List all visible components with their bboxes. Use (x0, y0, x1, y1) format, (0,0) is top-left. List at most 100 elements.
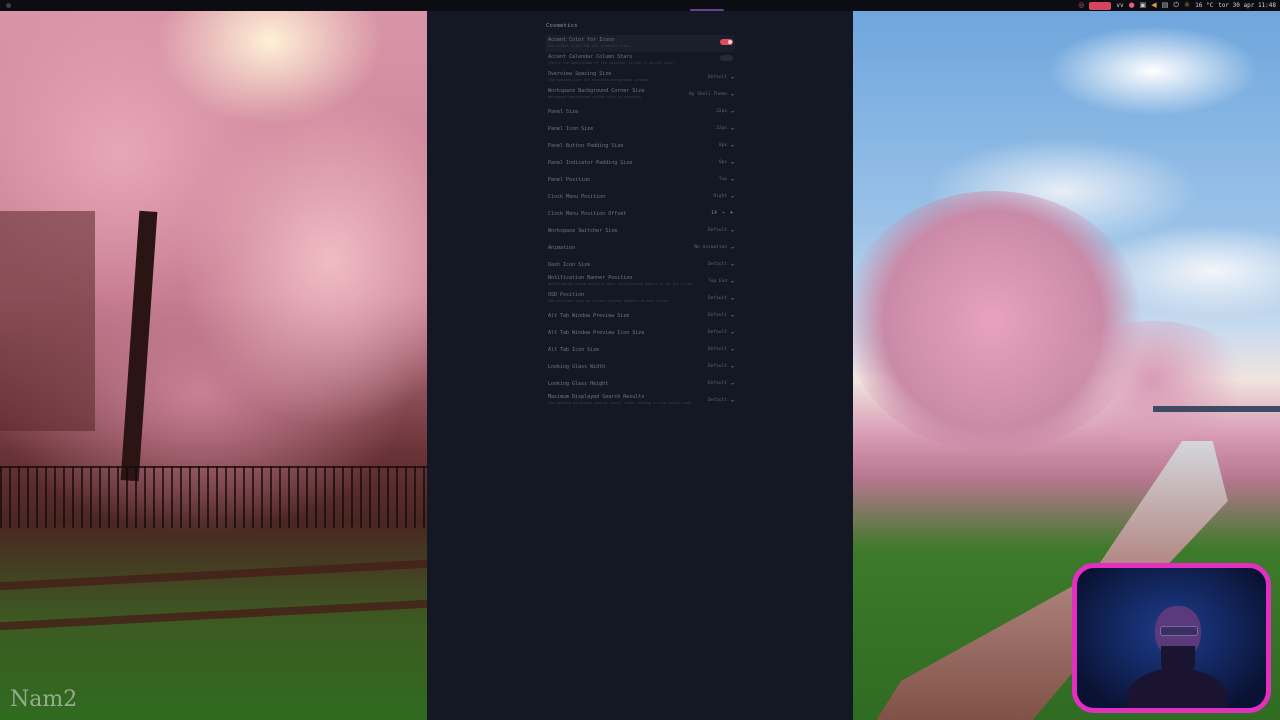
setting-switch[interactable] (720, 39, 733, 45)
setting-row[interactable]: Maximum Displayed Search Results The maxi… (545, 392, 735, 409)
setting-dropdown-value[interactable]: Default (708, 262, 727, 267)
setting-dropdown-value[interactable]: Default (708, 75, 727, 80)
chevron-down-icon[interactable]: ⌄ (731, 176, 734, 182)
settings-window: Cosmetics Accent Color for Icons Use acce… (427, 11, 853, 720)
screen-recording-indicator[interactable] (1089, 1, 1112, 10)
setting-dropdown-value[interactable]: Top (719, 177, 727, 182)
setting-description: The spacing size for overview background… (548, 78, 650, 82)
setting-dropdown-value[interactable]: Top End (708, 279, 727, 284)
setting-dropdown-value[interactable]: 32px (716, 126, 727, 131)
webcam-person-glasses (1160, 626, 1198, 636)
setting-dropdown-value[interactable]: Default (708, 398, 727, 403)
setting-label: Dash Icon Size (548, 262, 591, 268)
chevron-down-icon[interactable]: ⌄ (731, 159, 734, 165)
setting-dropdown-value[interactable]: Default (708, 228, 727, 233)
chevron-down-icon[interactable]: ⌄ (731, 346, 734, 352)
activities-dot[interactable] (6, 3, 11, 8)
chevron-down-icon[interactable]: ⌄ (731, 193, 734, 199)
setting-dropdown-value[interactable]: Default (708, 381, 727, 386)
setting-label: Overview Spacing Size (548, 71, 612, 77)
setting-switch[interactable] (720, 55, 733, 61)
setting-dropdown-value[interactable]: Default (708, 364, 727, 369)
setting-label: Animation (548, 245, 576, 251)
workspace-indicator[interactable] (690, 9, 724, 11)
setting-row[interactable]: Clock Menu Position Right ⌄ (545, 188, 735, 205)
setting-row[interactable]: Workspace Switcher Size Default ⌄ (545, 222, 735, 239)
system-tray: ◎ vv ● ▣ ◀ ▤ ⏻ ☼ 16 °C tor 30 apr 11:48 (1078, 0, 1276, 11)
screen-share-icon[interactable]: ▣ (1140, 0, 1147, 11)
setting-dropdown-value[interactable]: No Animation (694, 245, 727, 250)
setting-row[interactable]: Panel Icon Size 32px ⌄ (545, 120, 735, 137)
setting-row[interactable]: Alt Tab Icon Size Default ⌄ (545, 341, 735, 358)
setting-dropdown-value[interactable]: 0px (719, 143, 727, 148)
setting-dropdown-value[interactable]: By Shell Theme (689, 92, 727, 97)
power-icon[interactable]: ⏻ (1173, 0, 1179, 11)
chevron-down-icon[interactable]: ⌄ (731, 125, 734, 131)
chevron-down-icon[interactable]: ⌄ (731, 244, 734, 250)
setting-row[interactable]: OSD Position OSD position when on-screen … (545, 290, 735, 307)
minus-icon[interactable]: − (722, 210, 725, 216)
setting-row[interactable]: Panel Position Top ⌄ (545, 171, 735, 188)
chevron-down-icon[interactable]: ⌄ (731, 91, 734, 97)
setting-row[interactable]: Animation No Animation ⌄ (545, 239, 735, 256)
weather-sun-icon[interactable]: ☼ (1184, 0, 1190, 11)
clock-datetime[interactable]: tor 30 apr 11:48 (1218, 0, 1276, 11)
setting-description: Notification popup position when notific… (548, 282, 694, 286)
setting-row[interactable]: Dash Icon Size Default ⌄ (545, 256, 735, 273)
setting-dropdown-value[interactable]: Default (708, 347, 727, 352)
setting-row[interactable]: Accent Color for Icons Use accent color f… (545, 35, 735, 52)
tray-indicator-label[interactable]: vv (1116, 0, 1123, 11)
setting-row[interactable]: Workspace Background Corner Size Workspac… (545, 86, 735, 103)
top-panel: ◎ vv ● ▣ ◀ ▤ ⏻ ☼ 16 °C tor 30 apr 11:48 (0, 0, 1280, 11)
chevron-down-icon[interactable]: ⌄ (731, 312, 734, 318)
setting-row[interactable]: Notification Banner Position Notification… (545, 273, 735, 290)
chevron-down-icon[interactable]: ⌄ (731, 295, 734, 301)
privacy-icon[interactable]: ◎ (1078, 0, 1084, 11)
setting-row[interactable]: Panel Size 32px ⌄ (545, 103, 735, 120)
setting-label: Notification Banner Position (548, 275, 633, 281)
wallpaper-fence (0, 466, 427, 528)
setting-label: Clock Menu Position (548, 194, 606, 200)
plus-icon[interactable]: + (730, 210, 733, 216)
setting-label: Panel Indicator Padding Size (548, 160, 633, 166)
clipboard-icon[interactable]: ▤ (1162, 0, 1169, 11)
setting-dropdown-value[interactable]: 32px (716, 109, 727, 114)
setting-row[interactable]: Looking Glass Width Default ⌄ (545, 358, 735, 375)
wallpaper-blossoms (1053, 321, 1253, 441)
chevron-down-icon[interactable]: ⌄ (731, 74, 734, 80)
webcam-overlay (1072, 563, 1271, 713)
chevron-down-icon[interactable]: ⌄ (731, 329, 734, 335)
chevron-down-icon[interactable]: ⌄ (731, 108, 734, 114)
setting-spin-button: 14− + (711, 210, 733, 216)
setting-label: Accent Color for Icons (548, 37, 615, 43)
microphone-icon[interactable]: ● (1129, 0, 1135, 11)
setting-row[interactable]: Looking Glass Height Default ⌄ (545, 375, 735, 392)
setting-label: Panel Icon Size (548, 126, 594, 132)
setting-dropdown-value[interactable]: Default (708, 296, 727, 301)
setting-row[interactable]: Panel Button Padding Size 0px ⌄ (545, 137, 735, 154)
setting-dropdown-value[interactable]: Default (708, 313, 727, 318)
weather-temperature[interactable]: 16 °C (1195, 0, 1213, 11)
setting-row[interactable]: Clock Menu Position Offset 14− + (545, 205, 735, 222)
setting-row[interactable]: Overview Spacing Size The spacing size fo… (545, 69, 735, 86)
setting-label: Panel Position (548, 177, 591, 183)
chevron-down-icon[interactable]: ⌄ (731, 227, 734, 233)
settings-list: Accent Color for Icons Use accent color f… (545, 35, 735, 409)
setting-row[interactable]: Alt Tab Window Preview Size Default ⌄ (545, 307, 735, 324)
chevron-down-icon[interactable]: ⌄ (731, 261, 734, 267)
volume-icon[interactable]: ◀ (1151, 0, 1156, 11)
setting-dropdown-value[interactable]: Default (708, 330, 727, 335)
spin-value[interactable]: 14 (711, 210, 717, 216)
setting-row[interactable]: Accent Calendar Column Stars Starts the w… (545, 52, 735, 69)
setting-row[interactable]: Panel Indicator Padding Size 0px ⌄ (545, 154, 735, 171)
chevron-down-icon[interactable]: ⌄ (731, 278, 734, 284)
setting-label: Looking Glass Height (548, 381, 609, 387)
setting-dropdown-value[interactable]: Right (713, 194, 727, 199)
chevron-down-icon[interactable]: ⌄ (731, 142, 734, 148)
chevron-down-icon[interactable]: ⌄ (731, 380, 734, 386)
setting-dropdown-value[interactable]: 0px (719, 160, 727, 165)
wallpaper-rail (0, 599, 427, 631)
chevron-down-icon[interactable]: ⌄ (731, 363, 734, 369)
setting-row[interactable]: Alt Tab Window Preview Icon Size Default ⌄ (545, 324, 735, 341)
chevron-down-icon[interactable]: ⌄ (731, 397, 734, 403)
